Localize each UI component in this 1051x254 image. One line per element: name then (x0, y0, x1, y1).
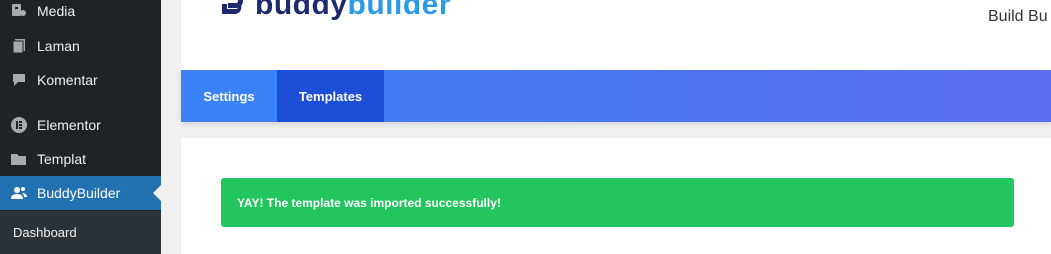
logo-text-buddy: buddy (255, 0, 348, 21)
logo-mark-icon (222, 0, 243, 14)
success-notice: YAY! The template was imported successfu… (221, 178, 1014, 227)
sidebar-item-laman[interactable]: Laman (0, 29, 161, 63)
sidebar-item-elementor[interactable]: Elementor (0, 108, 161, 142)
plugin-header: buddy builder Build Bu (181, 0, 1051, 70)
sidebar-item-label: Komentar (37, 72, 98, 88)
sidebar-item-buddybuilder[interactable]: BuddyBuilder (0, 176, 161, 210)
admin-sidebar: Media Laman Komentar Elementor Templat B… (0, 0, 161, 254)
elementor-icon (9, 115, 29, 135)
plugin-tab-bar: Settings Templates (181, 70, 1051, 122)
sidebar-item-media[interactable]: Media (0, 0, 161, 28)
tab-settings[interactable]: Settings (181, 70, 277, 122)
sidebar-submenu: Dashboard (0, 211, 161, 254)
sidebar-item-label: Elementor (37, 117, 101, 133)
sidebar-item-label: BuddyBuilder (37, 185, 121, 201)
users-icon (9, 183, 29, 203)
comment-icon (9, 70, 29, 90)
buddybuilder-logo: buddy builder (219, 0, 451, 22)
pages-icon (9, 36, 29, 56)
sidebar-item-templat[interactable]: Templat (0, 142, 161, 176)
submenu-item-dashboard[interactable]: Dashboard (13, 225, 77, 240)
header-tagline: Build Bu (988, 8, 1048, 25)
media-icon (9, 1, 29, 21)
sidebar-item-label: Laman (37, 38, 80, 54)
active-indicator-arrow (153, 185, 161, 201)
folder-icon (9, 149, 29, 169)
logo-text-builder: builder (347, 0, 452, 21)
tab-templates[interactable]: Templates (277, 70, 384, 122)
sidebar-item-label: Media (37, 3, 76, 19)
content-panel: YAY! The template was imported successfu… (181, 138, 1051, 254)
sidebar-item-label: Templat (37, 151, 87, 167)
sidebar-item-komentar[interactable]: Komentar (0, 63, 161, 97)
